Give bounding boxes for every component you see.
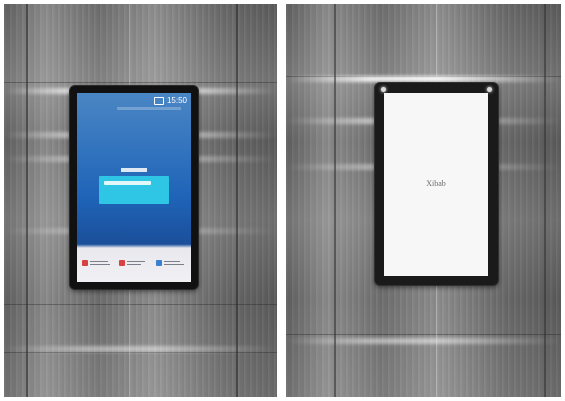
kiosk-display-updating: 15:50: [70, 86, 198, 289]
update-progress-dialog: [99, 168, 169, 204]
panel-seam: [334, 4, 336, 397]
progress-label: [121, 168, 147, 172]
panel-seam: [544, 4, 546, 397]
kiosk-display-booting: Xibab: [375, 83, 498, 285]
light-reflection: [286, 338, 561, 344]
sensor-icon: [487, 87, 492, 92]
progress-bar: [104, 181, 151, 185]
light-reflection: [286, 76, 561, 82]
clock: 15:50: [166, 96, 187, 105]
info-tile: [81, 258, 113, 276]
kiosk-screen: 15:50: [77, 93, 191, 282]
elevator-wall-photo-right: Xibab: [286, 4, 561, 397]
status-bar: 15:50: [153, 96, 187, 105]
panel-seam: [236, 4, 238, 397]
bottom-info-tiles: [77, 251, 191, 282]
panel-seam: [26, 4, 28, 397]
elevator-wall-photo-left: 15:50: [4, 4, 277, 397]
kiosk-screen: Xibab: [384, 93, 488, 276]
collage-gap: [277, 4, 286, 397]
info-tile: [155, 258, 187, 276]
info-icon: [155, 259, 162, 266]
alert-icon: [82, 259, 89, 266]
monitor-icon: [153, 96, 164, 105]
boot-splash-text: Xibab: [426, 179, 446, 188]
alert-icon: [118, 259, 125, 266]
panel-joint: [286, 334, 561, 335]
notification-strip: [117, 107, 181, 110]
info-tile: [118, 258, 150, 276]
photo-collage: 15:50 Xibab: [0, 0, 565, 401]
camera-icon: [381, 87, 386, 92]
